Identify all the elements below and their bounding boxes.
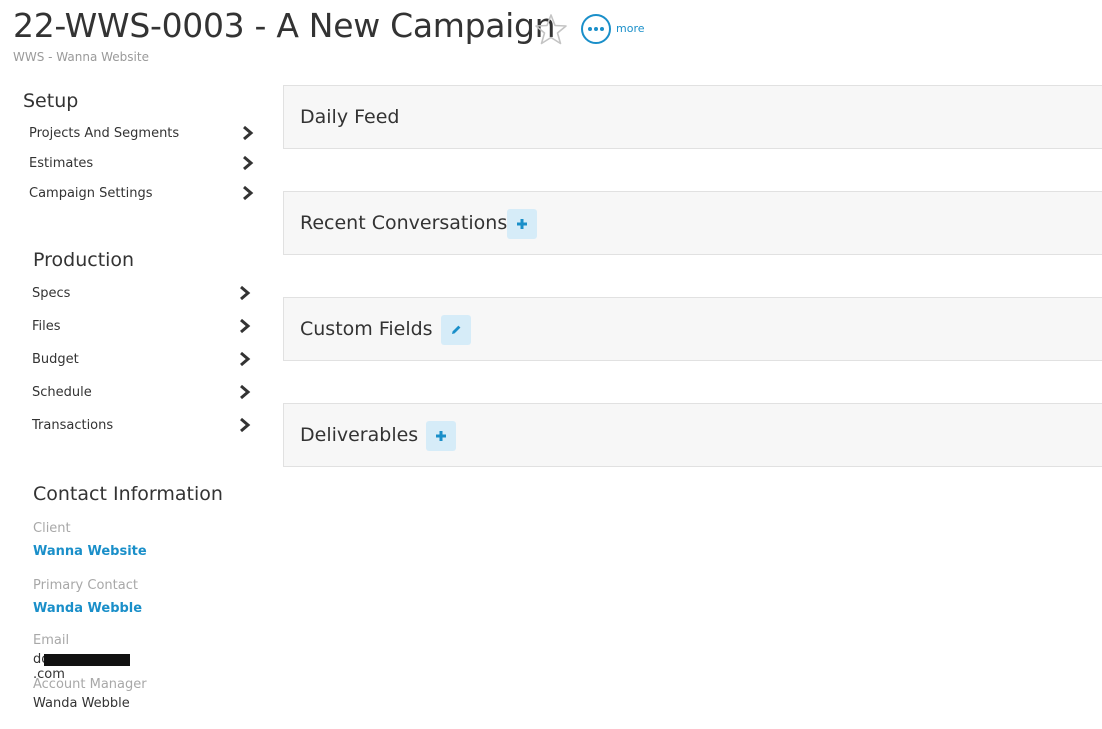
chevron-right-icon: [240, 384, 251, 400]
client-link[interactable]: Wanna Website: [33, 544, 147, 559]
more-link[interactable]: more: [616, 22, 645, 35]
star-icon: [535, 14, 567, 45]
sidebar-item-label: Budget: [32, 351, 79, 367]
panel-title: Daily Feed: [300, 106, 400, 128]
sidebar-item-budget[interactable]: Budget: [32, 350, 252, 368]
chevron-right-icon: [243, 185, 254, 201]
primary-contact-link[interactable]: Wanda Webble: [33, 601, 142, 616]
chevron-right-icon: [240, 318, 251, 334]
sidebar-item-label: Schedule: [32, 384, 92, 400]
deliverables-panel: Deliverables: [283, 403, 1102, 467]
account-manager-label: Account Manager: [33, 677, 147, 692]
ellipsis-icon: [587, 27, 605, 31]
sidebar-item-label: Specs: [32, 285, 71, 301]
sidebar-item-label: Campaign Settings: [29, 185, 153, 201]
sidebar-item-projects-and-segments[interactable]: Projects And Segments: [29, 124, 255, 142]
sidebar-item-transactions[interactable]: Transactions: [32, 416, 252, 434]
add-deliverable-button[interactable]: [426, 421, 456, 451]
favorite-button[interactable]: [534, 13, 568, 45]
chevron-right-icon: [243, 155, 254, 171]
panel-title: Deliverables: [300, 424, 419, 446]
recent-conversations-panel: Recent Conversations: [283, 191, 1102, 255]
client-label: Client: [33, 521, 71, 536]
account-manager-value: Wanda Webble: [33, 696, 130, 711]
add-conversation-button[interactable]: [507, 209, 537, 239]
client-subtitle: WWS - Wanna Website: [13, 50, 149, 64]
daily-feed-panel: Daily Feed: [283, 85, 1102, 149]
custom-fields-panel: Custom Fields: [283, 297, 1102, 361]
sidebar-item-label: Files: [32, 318, 61, 334]
sidebar-item-campaign-settings[interactable]: Campaign Settings: [29, 184, 255, 202]
page-title: 22-WWS-0003 - A New Campaign: [13, 6, 556, 45]
sidebar-item-label: Estimates: [29, 155, 94, 171]
email-label: Email: [33, 633, 70, 648]
pencil-icon: [452, 325, 461, 334]
production-heading: Production: [33, 249, 135, 271]
more-button[interactable]: [581, 14, 611, 44]
plus-icon: [436, 431, 446, 441]
chevron-right-icon: [243, 125, 254, 141]
chevron-right-icon: [240, 417, 251, 433]
sidebar-item-files[interactable]: Files: [32, 317, 252, 335]
sidebar-item-label: Transactions: [32, 417, 114, 433]
plus-icon: [517, 219, 527, 229]
contact-information-heading: Contact Information: [33, 483, 223, 505]
primary-contact-label: Primary Contact: [33, 578, 138, 593]
chevron-right-icon: [240, 285, 251, 301]
sidebar-item-label: Projects And Segments: [29, 125, 180, 141]
sidebar-item-specs[interactable]: Specs: [32, 284, 252, 302]
setup-heading: Setup: [23, 90, 79, 112]
redaction-bar: [44, 654, 130, 666]
sidebar-item-schedule[interactable]: Schedule: [32, 383, 252, 401]
panel-title: Custom Fields: [300, 318, 433, 340]
sidebar-item-estimates[interactable]: Estimates: [29, 154, 255, 172]
chevron-right-icon: [240, 351, 251, 367]
edit-custom-fields-button[interactable]: [441, 315, 471, 345]
panel-title: Recent Conversations: [300, 212, 508, 234]
